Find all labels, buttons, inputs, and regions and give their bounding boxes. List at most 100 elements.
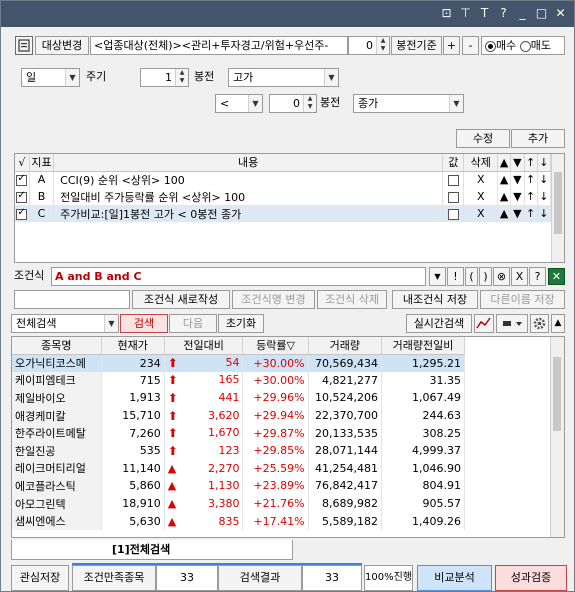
move-down-button[interactable]: ▼ <box>510 205 525 222</box>
target-change-button[interactable]: 대상변경 <box>35 36 89 55</box>
bar2-stepper[interactable]: 0 ▲ ▼ <box>269 94 317 113</box>
value-checkbox[interactable] <box>442 171 465 188</box>
compare-analysis-button[interactable]: 비교분석 <box>417 565 492 591</box>
table-row[interactable]: 샘씨엔에스 5,630 ▲ 835 +17.41% 5,589,182 1,409.26 <box>12 512 465 530</box>
delete-button[interactable]: X <box>463 205 499 222</box>
search-button[interactable]: 검색 <box>120 314 168 333</box>
new-formula-button[interactable]: 조건식 새로작성 <box>132 290 230 309</box>
help-icon[interactable]: ? <box>496 5 511 21</box>
plus-button[interactable]: + <box>443 36 460 55</box>
move-down-button[interactable]: ▼ <box>510 171 525 188</box>
value-checkbox[interactable] <box>442 205 465 222</box>
move-top-button[interactable]: ↑ <box>524 171 538 188</box>
table-row[interactable]: 레이크머티리얼 11,140 ▲ 2,270 +25.59% 41,254,481 1,04… <box>12 459 465 478</box>
value-checkbox[interactable] <box>442 188 465 205</box>
condition-checkbox[interactable] <box>15 205 30 222</box>
save-my-formula-button[interactable]: 내조건식 저장 <box>392 290 478 309</box>
compare-select[interactable]: < ▼ <box>215 94 263 113</box>
condition-row[interactable]: A CCI(9) 순위 <상위> 100 X ▲ ▼ ↑ ↓ <box>15 171 552 188</box>
display-menu-icon[interactable] <box>496 314 528 333</box>
performance-verify-button[interactable]: 성과검증 <box>495 565 567 591</box>
minus-button[interactable]: - <box>462 36 479 55</box>
period-select[interactable]: 일 ▼ <box>21 68 80 87</box>
price1-select[interactable]: 고가 ▼ <box>228 68 339 87</box>
tab-all-search[interactable]: [1]전체검색 <box>11 540 293 560</box>
move-bottom-button[interactable]: ↓ <box>537 188 552 205</box>
move-top-button[interactable]: ↑ <box>524 188 538 205</box>
table-row[interactable]: 한주라이트메탈 7,260 ⬆ 1,670 +29.87% 20,133,535 308.2… <box>12 424 465 442</box>
help-symbol-button[interactable]: ? <box>529 267 546 286</box>
results-scrollbar[interactable] <box>550 337 564 537</box>
change-value: 835 <box>218 514 240 528</box>
formula-field[interactable]: A and B and C <box>51 267 426 286</box>
target-field[interactable]: <업종대상(전체)><관리+투자경고/위험+우선주- <box>90 36 348 55</box>
move-bottom-button[interactable]: ↓ <box>537 171 552 188</box>
search-scope-select[interactable]: 전체검색 ▼ <box>11 314 119 333</box>
delete-formula-button[interactable]: 조건식 삭제 <box>317 290 387 309</box>
save-interest-button[interactable]: 관심저장 <box>11 565 69 591</box>
excel-icon[interactable]: ✕ <box>548 268 565 285</box>
table-row[interactable]: 아모그린텍 18,910 ▲ 3,380 +21.76% 8,689,982 905.57 <box>12 494 465 513</box>
condition-checkbox[interactable] <box>15 171 30 188</box>
close-paren-button[interactable]: ) <box>479 267 492 286</box>
modify-button[interactable]: 수정 <box>456 129 510 148</box>
table-row[interactable]: 한일진공 535 ⬆ 123 +29.85% 28,071,144 4,999.37 <box>12 441 465 460</box>
stepper-arrows-icon[interactable]: ▲ ▼ <box>175 69 188 86</box>
condition-key: B <box>29 188 55 205</box>
move-bottom-button[interactable]: ↓ <box>537 205 552 222</box>
collapse-icon[interactable]: ▲ <box>551 314 565 333</box>
basis-button[interactable]: 봉전기준 <box>391 36 442 55</box>
text-icon[interactable]: T <box>477 5 492 21</box>
maximize-icon[interactable]: □ <box>534 5 549 21</box>
volume-ratio: 31.35 <box>381 371 465 390</box>
condition-scrollbar[interactable] <box>551 154 564 262</box>
buy-radio[interactable] <box>485 40 496 52</box>
table-row[interactable]: 케이피엠테크 715 ⬆ 165 +30.00% 4,821,277 31.35 <box>12 371 465 390</box>
xor-symbol-button[interactable]: ⊗ <box>493 267 510 286</box>
move-up-button[interactable]: ▲ <box>497 188 512 205</box>
not-symbol-button[interactable]: ! <box>447 267 464 286</box>
condition-checkbox[interactable] <box>15 188 30 205</box>
table-row[interactable]: 에코플라스틱 5,860 ▲ 1,130 +23.89% 76,842,417 804.91 <box>12 477 465 495</box>
reset-button[interactable]: 초기화 <box>218 314 264 333</box>
stepper-arrows-icon[interactable]: ▲ ▼ <box>303 95 316 112</box>
move-up-button[interactable]: ▲ <box>497 171 512 188</box>
table-row[interactable]: 애경케미칼 15,710 ⬆ 3,620 +29.94% 22,370,700 244.63 <box>12 406 465 425</box>
price2-select[interactable]: 종가 ▼ <box>353 94 464 113</box>
save-as-button[interactable]: 다른이름 저장 <box>480 290 565 309</box>
open-paren-button[interactable]: ( <box>465 267 478 286</box>
x-symbol-button[interactable]: X <box>511 267 528 286</box>
move-up-button[interactable]: ▲ <box>497 205 512 222</box>
table-row[interactable]: 오가닉티코스메 234 ⬆ 54 +30.00% 70,569,434 1,295.21 <box>12 354 465 372</box>
pin-icon[interactable]: ⊤ <box>458 5 473 21</box>
delete-button[interactable]: X <box>463 188 499 205</box>
add-button[interactable]: 추가 <box>511 129 565 148</box>
scrollbar-thumb[interactable] <box>553 357 561 431</box>
minimize-icon[interactable]: _ <box>515 5 530 21</box>
condition-table: √ 지표 내용 값 삭제 ▲ ▼ ↑ ↓ A CCI(9) 순위 <상위> 10… <box>14 153 565 263</box>
stepper-arrows-icon[interactable]: ▲ ▼ <box>376 37 389 54</box>
bar1-stepper[interactable]: 1 ▲ ▼ <box>140 68 189 87</box>
scrollbar-thumb[interactable] <box>554 172 562 234</box>
rename-formula-button[interactable]: 조건식명 변경 <box>232 290 315 309</box>
link-icon[interactable]: ⊡ <box>439 5 454 21</box>
chevron-down-icon: ▼ <box>248 95 262 112</box>
price: 715 <box>101 371 165 390</box>
formula-name-field[interactable] <box>14 290 130 309</box>
delete-button[interactable]: X <box>463 171 499 188</box>
chart-icon[interactable] <box>474 314 494 333</box>
target-icon-button[interactable] <box>15 36 33 55</box>
formula-dropdown-button[interactable]: ▼ <box>429 267 446 286</box>
move-top-button[interactable]: ↑ <box>524 205 538 222</box>
upper-limit-icon: ⬆ <box>167 443 178 458</box>
gear-icon[interactable] <box>530 314 549 333</box>
close-icon[interactable]: ✕ <box>553 5 568 21</box>
condition-row[interactable]: C 주가비교:[일]1봉전 고가 < 0봉전 종가 X ▲ ▼ ↑ ↓ <box>15 205 552 222</box>
table-row[interactable]: 제일바이오 1,913 ⬆ 441 +29.96% 10,524,206 1,067.49 <box>12 389 465 407</box>
condition-row[interactable]: B 전일대비 주가등락률 순위 <상위> 100 X ▲ ▼ ↑ ↓ <box>15 188 552 205</box>
sell-radio[interactable] <box>519 40 531 52</box>
next-button[interactable]: 다음 <box>169 314 217 333</box>
move-down-button[interactable]: ▼ <box>510 188 525 205</box>
realtime-search-button[interactable]: 실시간검색 <box>406 314 472 333</box>
bar-count-stepper[interactable]: 0 ▲ ▼ <box>348 36 390 55</box>
